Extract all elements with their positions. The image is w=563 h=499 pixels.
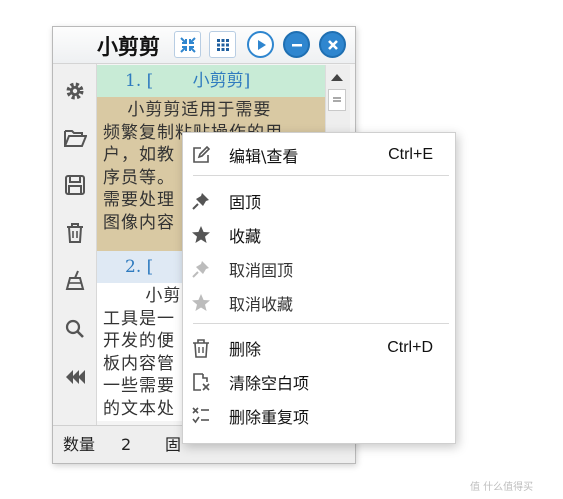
- clip-item-1-header[interactable]: 1. [ 小剪剪]: [97, 65, 325, 97]
- menu-item-unpin[interactable]: 取消固顶: [183, 253, 455, 285]
- menu-shortcut: Ctrl+E: [388, 146, 433, 163]
- star-icon: [191, 225, 211, 245]
- title-bar[interactable]: 小剪剪: [53, 27, 355, 64]
- collapse-icon[interactable]: [174, 31, 201, 58]
- broom-icon[interactable]: [62, 267, 88, 293]
- grid-icon[interactable]: [209, 31, 236, 58]
- menu-item-unfavorite[interactable]: 取消收藏: [183, 287, 455, 319]
- menu-label: 固顶: [229, 193, 262, 212]
- menu-item-favorite[interactable]: 收藏: [183, 219, 455, 251]
- layers-icon[interactable]: [62, 364, 88, 390]
- remove-duplicates-icon: [191, 406, 211, 426]
- menu-label: 收藏: [229, 227, 262, 246]
- window-title: 小剪剪: [97, 35, 160, 59]
- menu-label: 取消收藏: [229, 295, 294, 314]
- trash-icon: [191, 338, 211, 358]
- menu-label: 清除空白项: [229, 374, 310, 393]
- trash-icon[interactable]: [62, 220, 88, 246]
- clear-blank-icon: [191, 372, 211, 392]
- count-label: 数量: [63, 435, 96, 454]
- menu-label: 删除: [229, 340, 262, 359]
- gear-icon[interactable]: [62, 78, 88, 104]
- close-icon[interactable]: [319, 31, 346, 58]
- menu-shortcut: Ctrl+D: [387, 339, 433, 356]
- scroll-up-icon[interactable]: [329, 69, 345, 88]
- menu-label: 取消固顶: [229, 261, 294, 280]
- watermark: 值 什么值得买: [470, 482, 534, 493]
- menu-item-delete[interactable]: 删除 Ctrl+D: [183, 332, 455, 364]
- unstar-icon: [191, 293, 211, 313]
- menu-divider: [193, 175, 449, 176]
- save-icon[interactable]: [62, 172, 88, 198]
- search-icon[interactable]: [62, 316, 88, 342]
- unpin-icon: [191, 259, 211, 279]
- count-value: 2: [121, 435, 132, 454]
- menu-divider: [193, 323, 449, 324]
- sidebar: [53, 64, 97, 427]
- menu-item-remove-duplicates[interactable]: 删除重复项: [183, 400, 455, 432]
- menu-label: 删除重复项: [229, 408, 310, 427]
- play-icon[interactable]: [247, 31, 274, 58]
- context-menu: 编辑\查看 Ctrl+E 固顶 收藏 取消固顶 取消收藏 删除 Ctrl+D 清…: [182, 132, 456, 444]
- edit-icon: [191, 145, 211, 165]
- folder-open-icon[interactable]: [62, 125, 88, 151]
- pinned-label: 固: [165, 435, 182, 454]
- clip-item-2-title: 2. [: [125, 257, 154, 277]
- menu-item-edit[interactable]: 编辑\查看 Ctrl+E: [183, 139, 455, 171]
- menu-label: 编辑\查看: [229, 147, 299, 166]
- menu-item-pin[interactable]: 固顶: [183, 185, 455, 217]
- minus-icon[interactable]: [283, 31, 310, 58]
- scroll-thumb[interactable]: [328, 89, 346, 111]
- clip-line: 小剪剪适用于需要: [103, 100, 272, 120]
- menu-item-clear-blank[interactable]: 清除空白项: [183, 366, 455, 398]
- clip-item-1-title: 1. [ 小剪剪]: [125, 71, 251, 91]
- pin-icon: [191, 191, 211, 211]
